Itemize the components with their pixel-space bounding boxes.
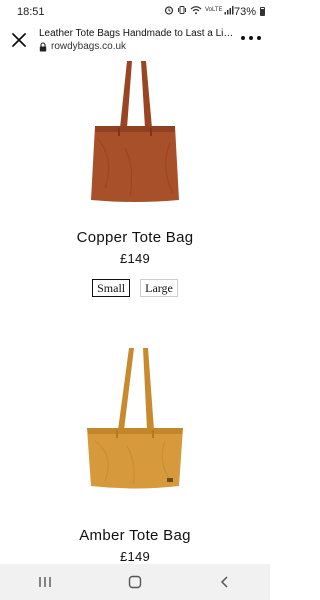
product-image-copper[interactable] [75, 58, 195, 208]
status-time: 18:51 [17, 6, 45, 18]
home-button[interactable] [120, 567, 150, 597]
system-navigation-bar [0, 564, 270, 600]
recent-apps-icon [39, 577, 51, 587]
back-icon [220, 576, 228, 588]
status-bar: 18:51 VoLTE 73% [0, 0, 270, 24]
page-content[interactable]: Copper Tote Bag £149 Small Large Amber T… [0, 58, 270, 564]
more-options-button[interactable] [241, 36, 261, 44]
page-title: Leather Tote Bags Handmade to Last a Lif… [39, 28, 234, 39]
network-label: VoLTE [205, 6, 223, 13]
tote-bag-image [91, 61, 179, 202]
battery-icon [260, 7, 265, 16]
product-name[interactable]: Copper Tote Bag [0, 229, 270, 246]
product-price: £149 [119, 251, 151, 266]
wifi-icon [190, 6, 202, 15]
back-button[interactable] [210, 567, 240, 597]
recent-apps-button[interactable] [30, 567, 60, 597]
close-button[interactable] [10, 31, 28, 49]
browser-toolbar: Leather Tote Bags Handmade to Last a Lif… [0, 24, 270, 58]
url-bar[interactable]: rowdybags.co.uk [39, 41, 126, 52]
more-dot [257, 36, 261, 40]
more-vertical-icon [241, 36, 245, 40]
vibrate-icon [178, 6, 186, 14]
more-dot [249, 36, 253, 40]
size-option-small[interactable]: Small [92, 279, 131, 297]
signal-icon [224, 6, 234, 15]
lock-icon [39, 41, 47, 51]
status-icons: VoLTE [164, 5, 234, 15]
product-name[interactable]: Amber Tote Bag [0, 527, 270, 544]
page-url: rowdybags.co.uk [51, 41, 127, 52]
alarm-icon [164, 6, 174, 15]
battery-percent: 73% [233, 6, 256, 18]
size-options: Small Large [0, 279, 270, 297]
product-price: £149 [119, 549, 151, 564]
product-image-amber[interactable] [75, 346, 195, 496]
tote-bag-image [87, 348, 183, 489]
size-option-large[interactable]: Large [140, 279, 178, 297]
close-icon [12, 33, 26, 47]
home-icon [128, 575, 142, 589]
